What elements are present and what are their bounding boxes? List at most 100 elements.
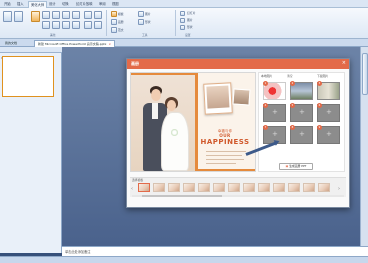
template-thumb[interactable] <box>213 183 225 192</box>
template-thumb[interactable] <box>168 183 180 192</box>
checkbox-shapes[interactable] <box>180 25 185 30</box>
color-icon[interactable] <box>52 21 60 29</box>
bride-dress <box>161 112 189 171</box>
chart-icon[interactable] <box>52 11 60 19</box>
template-icon[interactable] <box>3 11 12 22</box>
button-template-label[interactable]: 模板 <box>118 12 124 16</box>
template-thumb[interactable] <box>288 183 300 192</box>
notes-pane[interactable]: 单击此处添加备注 <box>62 246 368 256</box>
tab-insert[interactable]: 插入 <box>15 1 26 8</box>
image-icon[interactable] <box>138 11 144 17</box>
vertical-scrollbar[interactable] <box>360 47 368 246</box>
button-album-label[interactable]: 画册 <box>118 20 124 24</box>
shape-icon[interactable] <box>72 11 80 19</box>
template-thumb[interactable] <box>138 183 150 192</box>
tab-view[interactable]: 视图 <box>110 1 121 8</box>
close-icon[interactable]: × <box>108 42 111 46</box>
tab-design[interactable]: 设计 <box>47 1 58 8</box>
plus-icon: + <box>299 130 305 138</box>
layout-icon[interactable] <box>62 21 70 29</box>
generate-album-button[interactable]: 生成画册 PPT <box>279 163 313 170</box>
template-thumb[interactable] <box>303 183 315 192</box>
preview-polaroid <box>203 82 233 115</box>
dialog-title: 画册 <box>131 61 139 66</box>
preview-text-line <box>206 163 236 164</box>
bouquet <box>171 129 178 136</box>
preview-text-line <box>206 159 244 160</box>
plus-icon: + <box>326 108 332 116</box>
tab-home[interactable]: 开始 <box>2 1 13 8</box>
tab-review[interactable]: 审阅 <box>97 1 108 8</box>
preview-text-line <box>206 155 242 156</box>
doctab-presentation[interactable]: 新建 Microsoft Office PowerPoint 演示文稿.pptx… <box>34 40 115 47</box>
arrow-left-icon[interactable]: ‹ <box>131 186 133 192</box>
preview-small-photo <box>232 88 251 106</box>
slide-thumbnail[interactable] <box>2 56 54 97</box>
picture-icon[interactable] <box>42 11 50 19</box>
button-article-label[interactable]: 范文 <box>118 28 124 32</box>
album-dialog: 画册 × 幸福与你 OUR HAPPINESS 本地图片 清空 下载图片 1 2… <box>126 58 350 208</box>
button-shape-label[interactable]: 形状 <box>145 20 151 24</box>
decor-stripe <box>195 73 198 171</box>
slide-panel: 1 <box>0 53 62 253</box>
template-thumb[interactable] <box>318 183 330 192</box>
filmstrip-scroll-thumb[interactable] <box>142 195 222 197</box>
photo-slot[interactable]: 5 + <box>290 103 313 122</box>
photo-slot[interactable]: 9 + <box>317 125 340 144</box>
clear-button[interactable]: 清空 <box>287 74 293 78</box>
button-image-label[interactable]: 图片 <box>145 12 151 16</box>
tab-slideshow[interactable]: 幻灯片放映 <box>74 1 94 8</box>
template-thumb[interactable] <box>153 183 165 192</box>
groom-shirt <box>152 103 158 119</box>
template-thumb[interactable] <box>228 183 240 192</box>
decor-stripe <box>195 169 255 171</box>
photo-slot[interactable]: 4 + <box>263 103 286 122</box>
template-thumb[interactable] <box>183 183 195 192</box>
photo-slot[interactable]: 8 + <box>290 125 313 144</box>
plus-icon: + <box>272 108 278 116</box>
template-thumb[interactable] <box>273 183 285 192</box>
preview-happiness: HAPPINESS <box>200 138 250 146</box>
doctab-my-docs[interactable]: 我的文档 <box>2 40 20 47</box>
album-icon[interactable] <box>31 11 40 22</box>
dialog-titlebar: 画册 × <box>127 59 349 69</box>
template-thumb[interactable] <box>258 183 270 192</box>
template-thumb[interactable] <box>243 183 255 192</box>
doc-icon[interactable] <box>84 11 92 19</box>
text-icon[interactable] <box>72 21 80 29</box>
filmstrip-scrollbar[interactable] <box>132 195 344 197</box>
download-image-button[interactable]: 下载图片 <box>317 74 328 78</box>
checkbox-slides[interactable] <box>180 11 185 16</box>
ribbon-separator <box>106 10 107 36</box>
font-icon[interactable] <box>42 21 50 29</box>
slide-icon[interactable] <box>14 11 23 22</box>
scrollbar-thumb[interactable] <box>362 53 368 95</box>
tab-transitions[interactable]: 切换 <box>60 1 71 8</box>
slot-number: 1 <box>263 81 268 86</box>
search-icon[interactable] <box>94 11 102 19</box>
local-image-button[interactable]: 本地图片 <box>261 74 272 78</box>
album-small-icon[interactable] <box>111 19 117 25</box>
photo-slot-panel: 本地图片 清空 下载图片 1 2 3 4 + 5 + 6 + 7 + 8 + 9 + <box>258 72 345 172</box>
close-icon[interactable]: × <box>342 60 346 66</box>
photo-slot[interactable]: 1 <box>263 81 286 100</box>
photo-slot[interactable]: 6 + <box>317 103 340 122</box>
new-icon[interactable] <box>111 11 117 17</box>
decor-stripe <box>131 73 195 75</box>
groom-face <box>151 89 161 101</box>
article-icon[interactable] <box>111 27 117 33</box>
photo-slot[interactable]: 3 <box>317 81 340 100</box>
shape-small-icon[interactable] <box>138 19 144 25</box>
export-icon[interactable] <box>84 21 92 29</box>
share-icon[interactable] <box>94 21 102 29</box>
table-icon[interactable] <box>62 11 70 19</box>
photo-toolbar: 本地图片 清空 下载图片 <box>261 74 343 80</box>
slot-number: 9 <box>317 125 322 130</box>
slot-number: 5 <box>290 103 295 108</box>
checkbox-images[interactable] <box>180 18 185 23</box>
photo-slot[interactable]: 2 <box>290 81 313 100</box>
template-thumb[interactable] <box>198 183 210 192</box>
slot-number: 7 <box>263 125 268 130</box>
arrow-right-icon[interactable]: › <box>338 186 340 192</box>
slot-number: 6 <box>317 103 322 108</box>
